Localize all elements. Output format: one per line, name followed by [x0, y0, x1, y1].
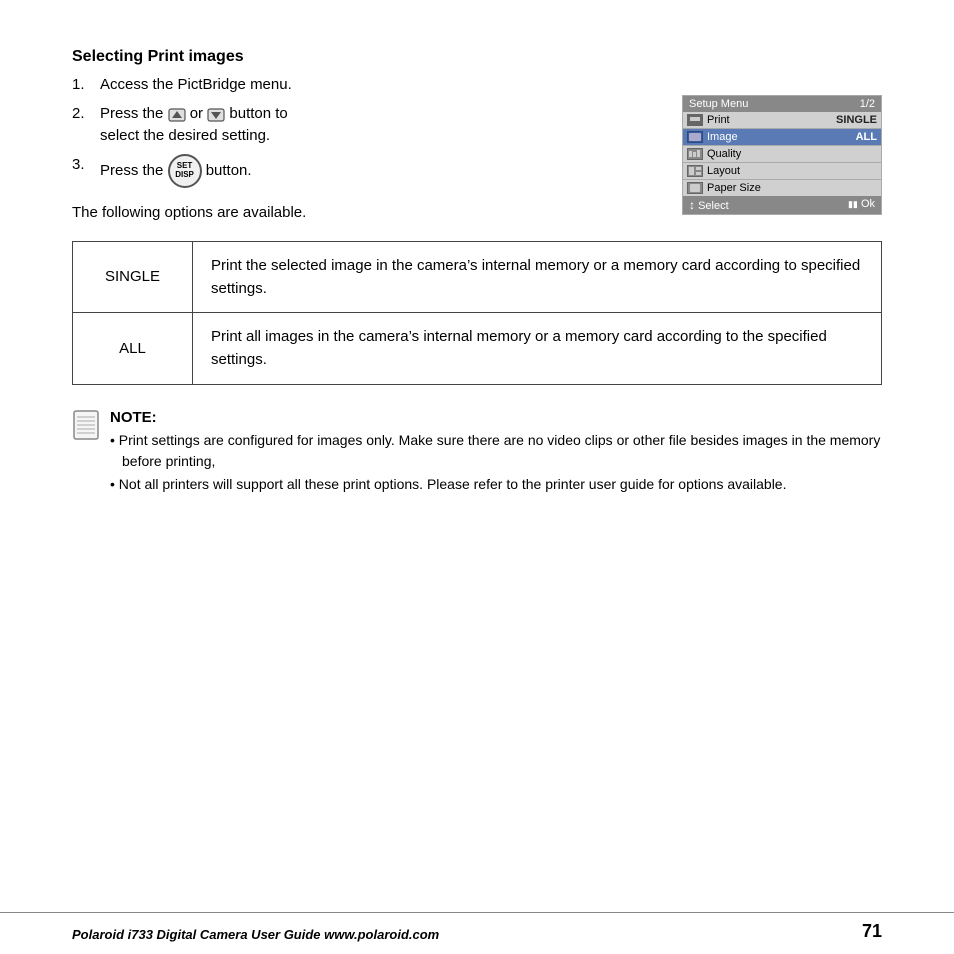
- note-title: NOTE:: [110, 409, 882, 426]
- menu-row-quality: Quality: [683, 146, 881, 163]
- page-content: Selecting Print images 1. Access the Pic…: [0, 0, 954, 954]
- menu-label-print: Print: [707, 114, 836, 126]
- menu-value-print: SINGLE: [836, 114, 877, 126]
- step-1-num: 1.: [72, 74, 100, 97]
- footer-brand: Polaroid i733 Digital Camera User Guide: [72, 927, 321, 942]
- menu-footer-select: ↕ Select: [689, 198, 729, 212]
- menu-value-image: ALL: [856, 131, 877, 143]
- or-text: or: [190, 105, 208, 122]
- menu-footer: ↕ Select ▮▮ Ok: [683, 196, 881, 214]
- step-1-text: Access the PictBridge menu.: [100, 74, 882, 97]
- menu-row-layout: Layout: [683, 163, 881, 180]
- menu-header-label: Setup Menu: [689, 98, 748, 110]
- footer-page-number: 71: [862, 921, 882, 942]
- step-3-num: 3.: [72, 154, 100, 177]
- note-bullet-2: • Not all printers will support all thes…: [110, 474, 882, 495]
- up-arrow-icon: [168, 107, 186, 121]
- menu-label-papersize: Paper Size: [707, 182, 877, 194]
- footer-url: www.polaroid.com: [324, 927, 439, 942]
- note-section: NOTE: • Print settings are configured fo…: [72, 409, 882, 497]
- set-disp-button-icon: SETDISP: [168, 154, 202, 188]
- menu-icon-papersize: [687, 182, 703, 194]
- note-content: NOTE: • Print settings are configured fo…: [110, 409, 882, 497]
- menu-screenshot: Setup Menu 1/2 Print SINGLE Image ALL: [682, 95, 882, 215]
- options-table: SINGLE Print the selected image in the c…: [72, 241, 882, 385]
- note-icon: [72, 409, 100, 445]
- table-key-single: SINGLE: [73, 241, 193, 313]
- table-value-all: Print all images in the camera’s interna…: [193, 313, 882, 385]
- menu-footer-ok: ▮▮ Ok: [848, 198, 875, 212]
- table-row-single: SINGLE Print the selected image in the c…: [73, 241, 882, 313]
- menu-header-page: 1/2: [860, 98, 875, 110]
- step-1: 1. Access the PictBridge menu.: [72, 74, 882, 97]
- menu-icon-image: [687, 131, 703, 143]
- menu-icon-print: [687, 114, 703, 126]
- table-key-all: ALL: [73, 313, 193, 385]
- menu-row-image: Image ALL: [683, 129, 881, 146]
- menu-icon-layout: [687, 165, 703, 177]
- footer-left: Polaroid i733 Digital Camera User Guide …: [72, 927, 439, 942]
- menu-header: Setup Menu 1/2: [683, 96, 881, 112]
- step-2-num: 2.: [72, 103, 100, 126]
- note-bullet-1: • Print settings are configured for imag…: [110, 430, 882, 472]
- menu-label-layout: Layout: [707, 165, 877, 177]
- menu-label-image: Image: [707, 131, 856, 143]
- page-footer: Polaroid i733 Digital Camera User Guide …: [0, 912, 954, 954]
- table-value-single: Print the selected image in the camera’s…: [193, 241, 882, 313]
- section-title: Selecting Print images: [72, 48, 882, 66]
- menu-label-quality: Quality: [707, 148, 877, 160]
- menu-row-print: Print SINGLE: [683, 112, 881, 129]
- down-arrow-icon: [207, 107, 225, 121]
- table-row-all: ALL Print all images in the camera’s int…: [73, 313, 882, 385]
- menu-row-papersize: Paper Size: [683, 180, 881, 196]
- menu-icon-quality: [687, 148, 703, 160]
